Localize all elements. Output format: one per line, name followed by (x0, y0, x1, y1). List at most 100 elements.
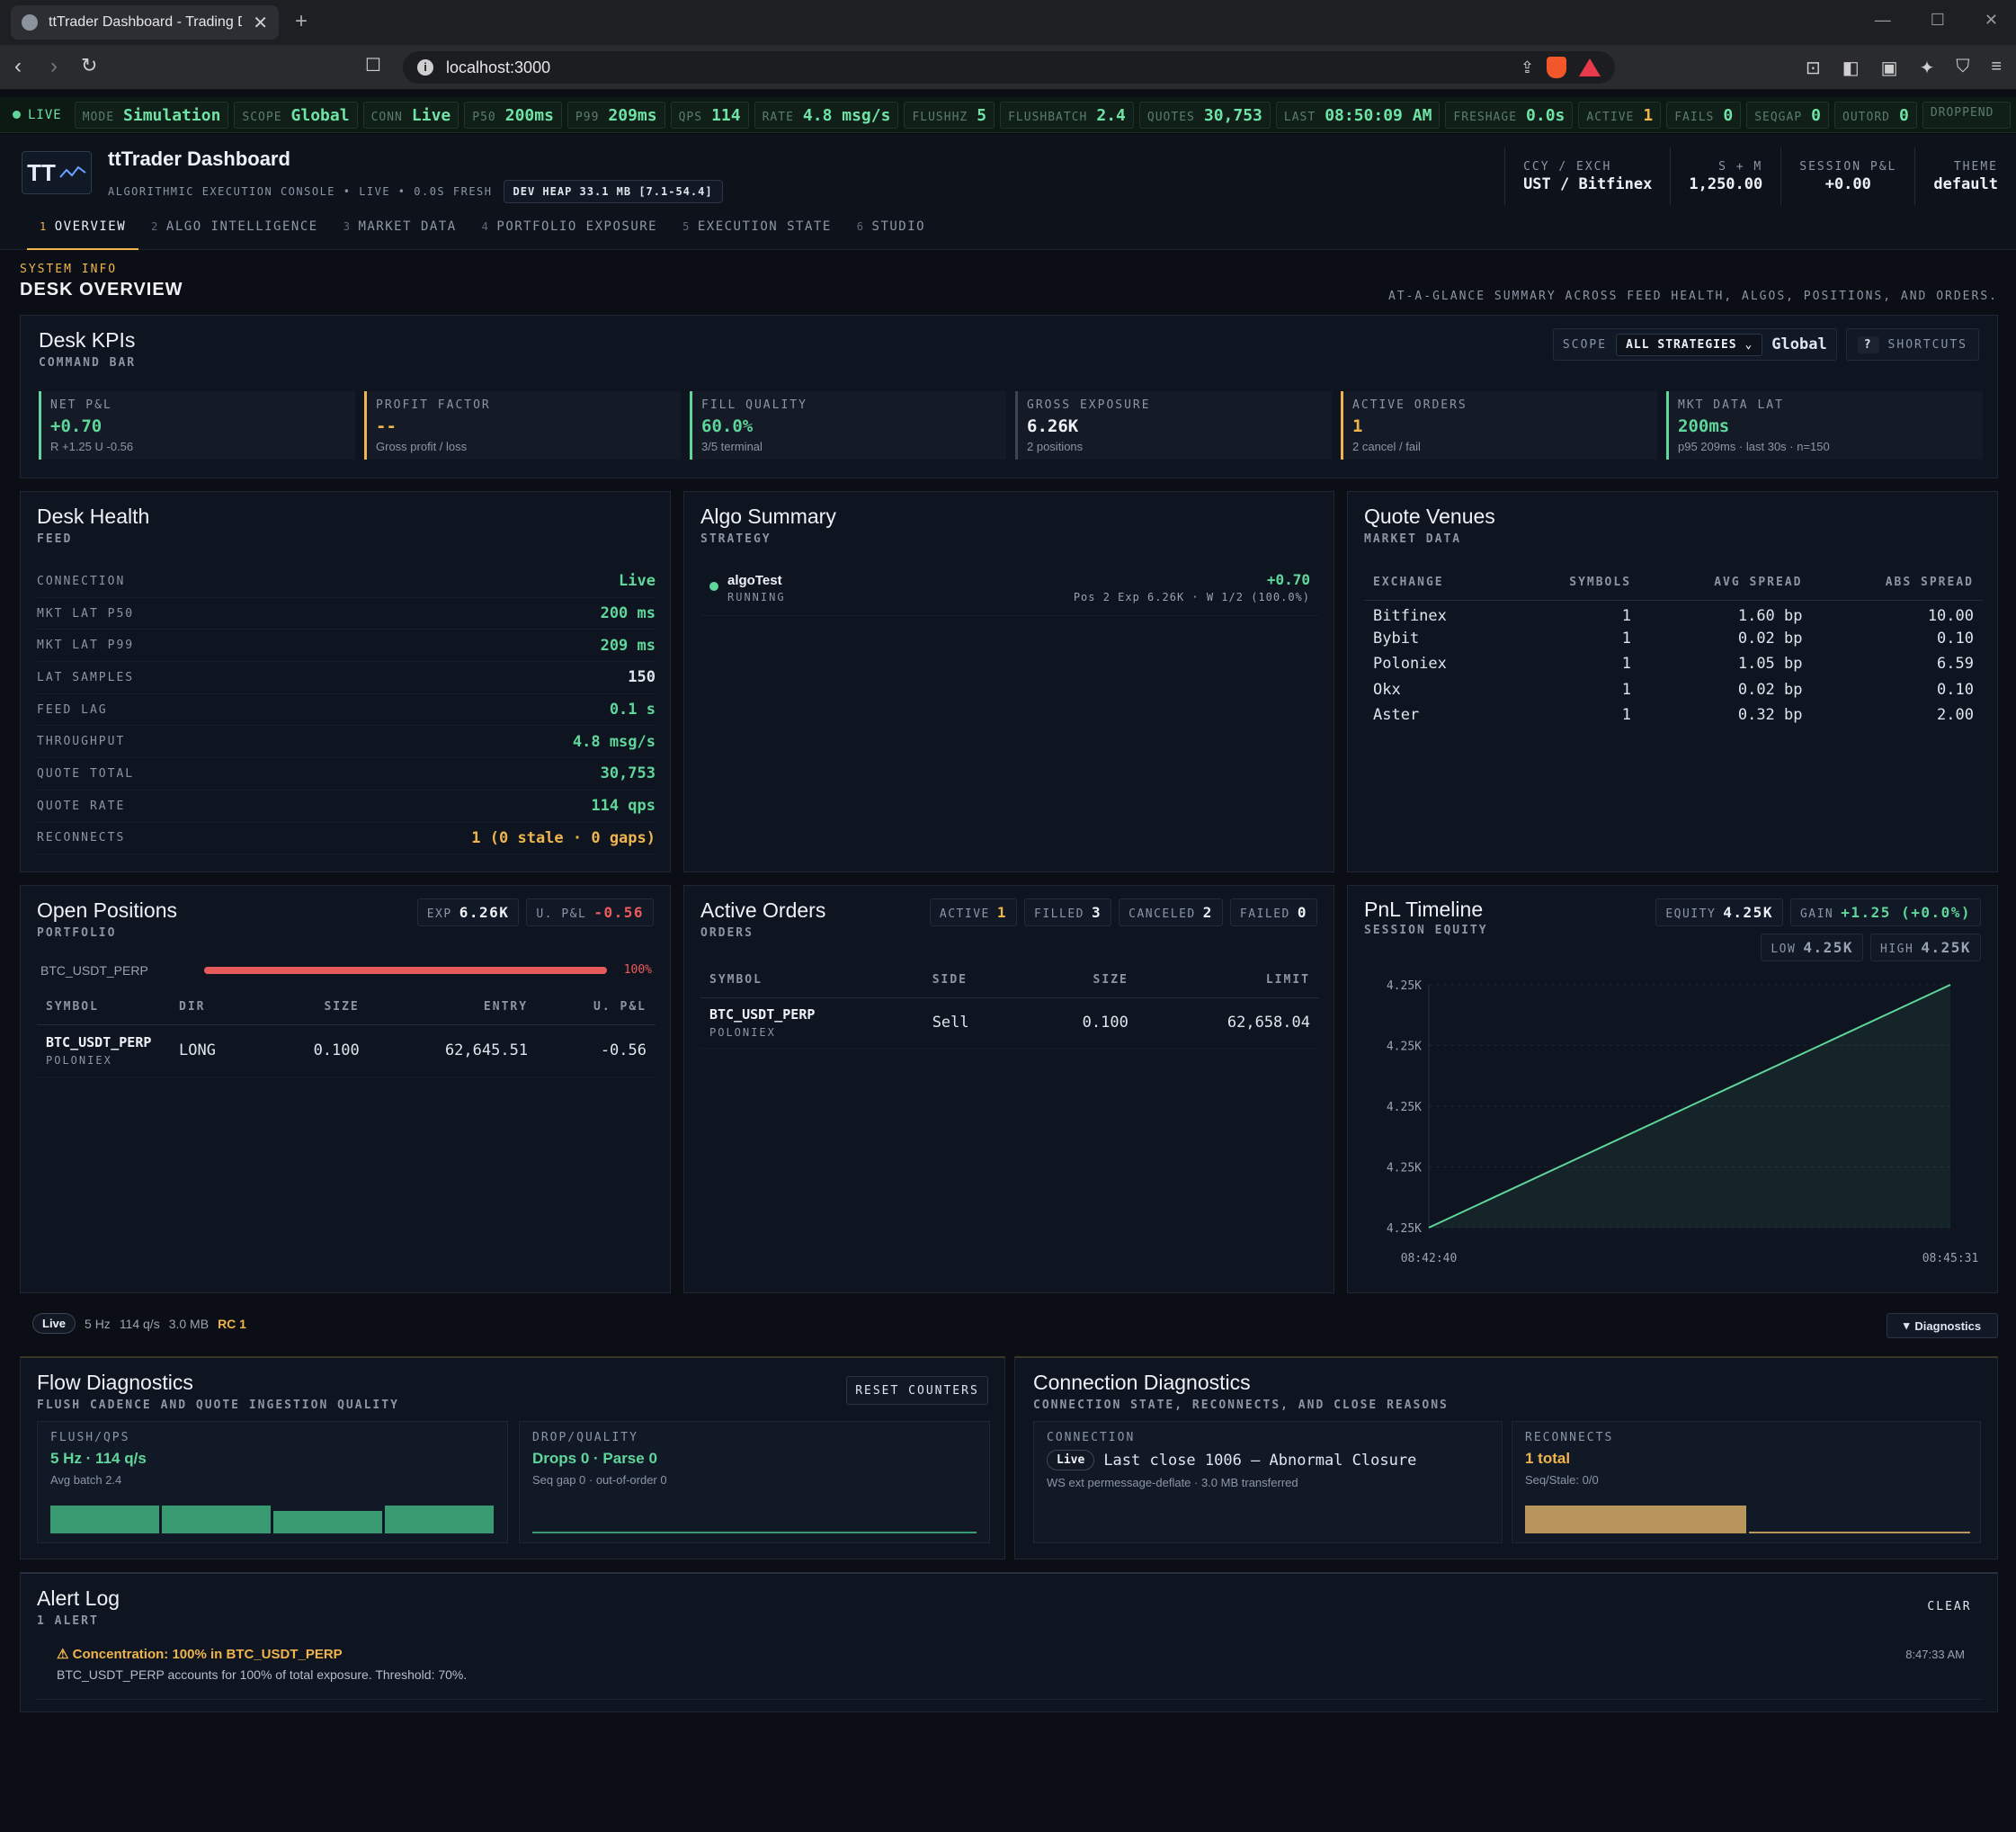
column-header[interactable]: SYMBOL (37, 990, 170, 1025)
caret-down-icon: ▾ (1903, 1318, 1910, 1332)
tab-label: EXECUTION STATE (697, 219, 832, 234)
close-window-icon[interactable]: ✕ (1985, 11, 1998, 30)
chip-label: P99 (575, 110, 600, 124)
tab-market-data[interactable]: 3 MARKET DATA (331, 212, 469, 250)
vpn-icon[interactable]: ⛉ (1956, 57, 1969, 79)
y-tick-label: 4.25K (1387, 1162, 1422, 1175)
stat-value: default (1933, 174, 1998, 193)
new-tab-icon[interactable]: + (295, 9, 308, 34)
table-row[interactable]: BTC_USDT_PERP POLONIEX Sell 0.100 62,658… (700, 997, 1319, 1049)
kpi-value: 60.0% (701, 416, 754, 436)
diagnostics-toggle-button[interactable]: ▾ Diagnostics (1887, 1313, 1998, 1338)
logo-text: TT (27, 158, 56, 186)
column-header[interactable]: AVG SPREAD (1640, 566, 1812, 601)
clear-alerts-button[interactable]: CLEAR (1918, 1592, 1981, 1621)
venue-cell: Okx (1373, 680, 1401, 699)
chip-label: FAILS (1674, 110, 1715, 124)
stat-value: UST / Bitfinex (1523, 174, 1653, 193)
table-row[interactable]: Bitfinex 1 1.60 bp 10.00 (1364, 600, 1983, 626)
sidebar-icon[interactable]: ◧ (1842, 57, 1860, 79)
bookmark-icon[interactable]: ☐ (365, 54, 381, 76)
gain-chip: GAIN +1.25 (+0.0%) (1789, 898, 1981, 926)
alert-item[interactable]: ⚠ Concentration: 100% in BTC_USDT_PERP B… (37, 1642, 1983, 1700)
order-side: Sell (923, 997, 1022, 1049)
table-row[interactable]: BTC_USDT_PERP POLONIEX LONG 0.100 62,645… (37, 1024, 656, 1077)
table-row[interactable]: Bybit 1 0.02 bp 0.10 (1364, 626, 1983, 652)
chip-value: 0 (1297, 904, 1307, 921)
chip-label: CANCELED (1128, 907, 1196, 921)
kpi-active-orders: ACTIVE ORDERS 1 2 cancel / fail (1341, 391, 1657, 460)
leo-ai-icon[interactable]: ✦ (1920, 57, 1935, 79)
column-header[interactable]: U. P&L (537, 990, 656, 1025)
minimize-icon[interactable]: — (1875, 11, 1891, 30)
column-header[interactable]: DIR (170, 990, 262, 1025)
kpi-sub: p95 209ms · last 30s · n=150 (1678, 440, 1830, 453)
browser-tab[interactable]: ttTrader Dashboard - Trading Da ✕ (11, 5, 279, 40)
diagnostics-label: Diagnostics (1914, 1318, 1982, 1333)
reset-counters-button[interactable]: RESET COUNTERS (846, 1376, 988, 1405)
column-header[interactable]: ENTRY (368, 990, 538, 1025)
flush-bar (50, 1506, 159, 1533)
alert-log-panel: Alert Log 1 ALERT CLEAR ⚠ Concentration:… (20, 1572, 1998, 1712)
panel-title: Desk Health (37, 505, 150, 528)
flow-diagnostics-panel: Flow Diagnostics FLUSH CADENCE AND QUOTE… (20, 1356, 1005, 1559)
tab-portfolio-exposure[interactable]: 4 PORTFOLIO EXPOSURE (469, 212, 670, 250)
high-chip: HIGH 4.25K (1870, 934, 1981, 961)
address-bar[interactable]: i localhost:3000 ⇪ (403, 51, 1615, 84)
brave-shield-icon[interactable] (1547, 57, 1566, 78)
close-tab-icon[interactable]: ✕ (253, 12, 268, 34)
url-text[interactable]: localhost:3000 (446, 58, 1508, 77)
running-dot-icon (709, 582, 718, 591)
column-header[interactable]: LIMIT (1137, 963, 1319, 998)
health-row: MKT LAT P99 209 ms (37, 630, 656, 663)
order-size: 0.100 (1021, 997, 1137, 1049)
status-bar: LIVE MODE Simulation SCOPE Global CONN Live P5… (0, 97, 2016, 133)
header-stat-theme[interactable]: THEME default (1914, 147, 2016, 205)
wallet-icon[interactable]: ▣ (1881, 57, 1898, 79)
site-info-icon[interactable]: i (417, 59, 433, 76)
tab-execution-state[interactable]: 5 EXECUTION STATE (670, 212, 844, 250)
table-row[interactable]: Okx 1 0.02 bp 0.10 (1364, 677, 1983, 703)
column-header[interactable]: EXCHANGE (1364, 566, 1512, 601)
scope-controls: SCOPE ALL STRATEGIES ⌄ Global ? SHORTCUT… (1552, 328, 1979, 361)
health-label: MKT LAT P50 (37, 606, 135, 621)
panel-subtitle: 1 ALERT (37, 1614, 99, 1628)
share-icon[interactable]: ⇪ (1521, 58, 1534, 77)
health-label: QUOTE TOTAL (37, 766, 135, 781)
tab-algo-intelligence[interactable]: 2 ALGO INTELLIGENCE (138, 212, 331, 250)
tab-studio[interactable]: 6 STUDIO (844, 212, 938, 250)
menu-icon[interactable]: ≡ (1991, 57, 2002, 79)
shortcuts-button[interactable]: ? SHORTCUTS (1845, 328, 1979, 361)
chip-value: 3 (1091, 904, 1102, 921)
column-header[interactable]: SYMBOLS (1512, 566, 1641, 601)
panel-title: Algo Summary (700, 505, 836, 528)
chip-value: +1.25 (+0.0%) (1841, 904, 1971, 921)
maximize-icon[interactable]: ☐ (1931, 11, 1945, 30)
table-row[interactable]: Poloniex 1 1.05 bp 6.59 (1364, 651, 1983, 677)
kpi-row: NET P&L +0.70 R +1.25 U -0.56 PROFIT FACTO… (39, 391, 1983, 460)
x-tick-label: 08:45:31 (1922, 1252, 1979, 1265)
venue-cell: 1 (1621, 629, 1632, 648)
algo-row[interactable]: algoTest RUNNING +0.70 Pos 2 Exp 6.26K ·… (700, 569, 1319, 616)
flush-bar (162, 1506, 271, 1533)
strategy-select[interactable]: ALL STRATEGIES ⌄ (1616, 333, 1763, 356)
app-header: TT ttTrader Dashboard ALGORITHMIC EXECUT… (0, 135, 2016, 218)
back-icon[interactable]: ‹ (14, 54, 22, 79)
column-header[interactable]: SYMBOL (700, 963, 923, 998)
venue-cell: Bybit (1373, 629, 1420, 648)
brave-rewards-icon[interactable] (1579, 58, 1601, 76)
flush-bar (385, 1506, 494, 1533)
table-row[interactable]: Aster 1 0.32 bp 2.00 (1364, 702, 1983, 728)
kpi-sub: 2 positions (1027, 440, 1084, 453)
column-header[interactable]: ABS SPREAD (1811, 566, 1983, 601)
screenshot-icon[interactable]: ⊡ (1806, 57, 1821, 79)
column-header[interactable]: SIZE (261, 990, 369, 1025)
chip-value: 0.0s (1526, 105, 1566, 125)
column-header[interactable]: SIDE (923, 963, 1022, 998)
tab-overview[interactable]: 1 OVERVIEW (27, 212, 139, 250)
position-symbol: BTC_USDT_PERP (46, 1034, 152, 1050)
column-header[interactable]: SIZE (1021, 963, 1137, 998)
forward-icon[interactable]: › (50, 54, 58, 79)
reload-icon[interactable]: ↻ (81, 54, 97, 77)
x-tick-label: 08:42:40 (1401, 1252, 1458, 1265)
